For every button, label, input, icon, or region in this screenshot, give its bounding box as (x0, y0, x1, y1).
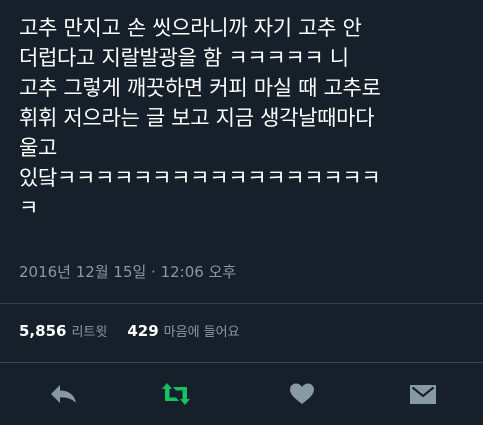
direct-message-button[interactable] (408, 382, 438, 406)
reply-icon (51, 385, 76, 403)
divider (0, 303, 483, 304)
tweet-text: 고추 만지고 손 씻으라니까 자기 고추 안 더럽다고 지랄발광을 함 ㅋㅋㅋㅋ… (19, 16, 381, 220)
retweet-icon (162, 383, 190, 405)
like-button[interactable] (287, 382, 317, 406)
retweet-count-label[interactable]: 리트윗 (71, 323, 107, 343)
tweet-stats: 5,856 리트윗 429 마음에 들어요 (19, 321, 240, 343)
envelope-icon (410, 385, 436, 404)
tweet-timestamp[interactable]: 2016년 12월 15일 · 12:06 오후 (19, 262, 236, 282)
heart-icon (290, 383, 314, 404)
retweet-button[interactable] (161, 382, 191, 406)
like-count-label[interactable]: 마음에 들어요 (164, 323, 240, 343)
retweet-count[interactable]: 5,856 (19, 321, 66, 341)
tweet-action-bar (0, 363, 483, 425)
like-count[interactable]: 429 (127, 321, 158, 341)
reply-button[interactable] (48, 382, 78, 406)
